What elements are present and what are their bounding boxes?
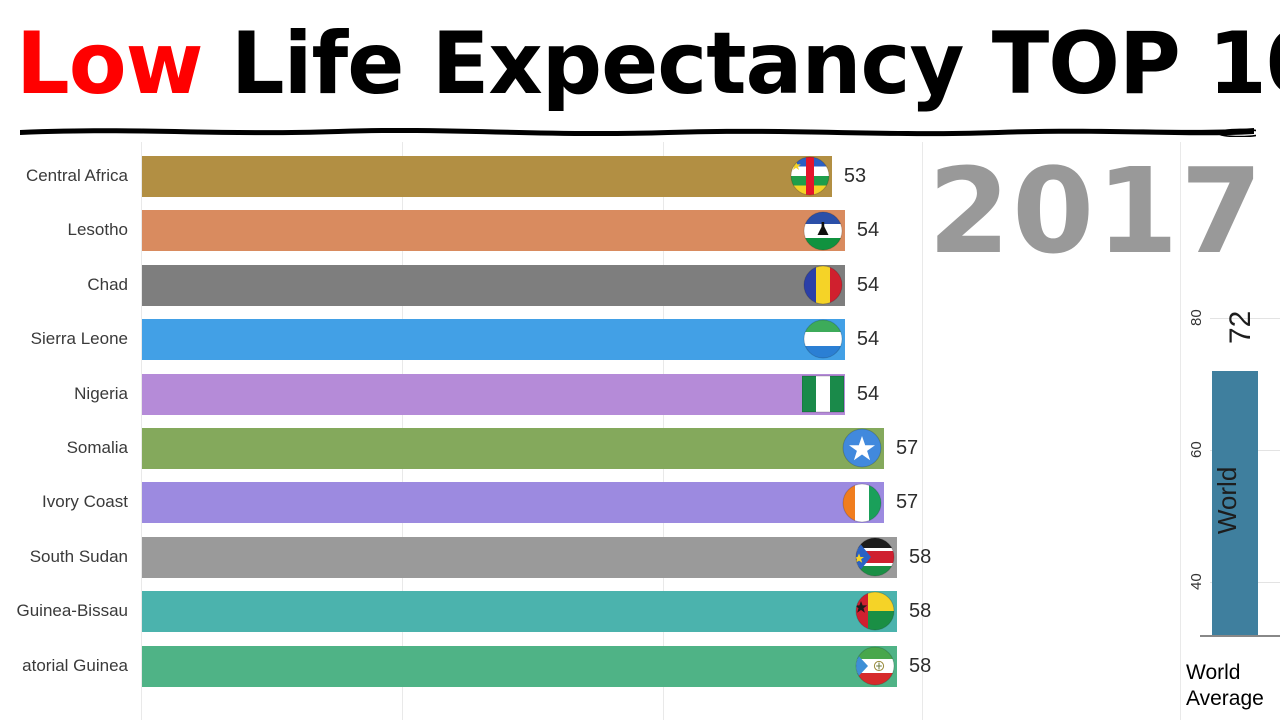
- bar-row: Nigeria 54: [0, 367, 925, 421]
- flag-somalia-icon: [841, 427, 883, 469]
- flag-lesotho-icon: [802, 210, 844, 252]
- bar-category-label: Guinea-Bissau: [16, 601, 128, 621]
- bar-category-label: Lesotho: [67, 220, 129, 240]
- bar-rect: [142, 536, 897, 578]
- bar-row: Ivory Coast 57: [0, 475, 925, 529]
- bar-value-label: 57: [895, 437, 919, 459]
- bar-row: Sierra Leone 54: [0, 312, 925, 366]
- flag-central-african-republic-icon: [789, 155, 831, 197]
- bar-rect: [142, 645, 897, 687]
- world-average-panel: 80 60 40 World 72 World Average: [1182, 142, 1280, 720]
- bar-value-label: 58: [908, 600, 932, 623]
- bar-category-label: Ivory Coast: [42, 492, 128, 512]
- bar-rect: [142, 210, 845, 252]
- bar-rect: [142, 591, 897, 633]
- world-axis-tick-label: 40: [1188, 573, 1205, 591]
- bar-value-label: 54: [856, 382, 880, 405]
- bar-row: Somalia 57: [0, 421, 925, 475]
- bar-row: Central Africa 53: [0, 149, 925, 203]
- bar-row: atorial Guinea 58: [0, 639, 931, 693]
- world-bar-label: World: [1212, 466, 1242, 534]
- bar-row: Lesotho 54: [0, 203, 925, 257]
- bar-value-label: 54: [856, 328, 880, 351]
- bar-row: Chad 54: [0, 258, 925, 312]
- bar-rect: [142, 373, 845, 415]
- bar-category-label: Central Africa: [25, 166, 128, 185]
- bar-rect: [142, 156, 832, 197]
- bar-value-label: 57: [895, 491, 919, 514]
- bar-value-label: 54: [856, 219, 880, 242]
- bar-category-label: Nigeria: [74, 383, 128, 403]
- bars-chart: Central Africa 53 Lesotho 54 Chad 54 Sierra Le…: [0, 142, 931, 720]
- flag-equatorial-guinea-icon: [854, 645, 896, 687]
- bar-category-label: Sierra Leone: [30, 329, 128, 349]
- flag-nigeria-icon: [801, 373, 844, 415]
- title-bar: Low Life Expectancy TOP 10: [0, 0, 1280, 142]
- bar-category-label: Somalia: [66, 438, 128, 457]
- bar-category-label: Chad: [87, 274, 128, 294]
- bar-rect: [142, 428, 884, 469]
- flag-ivory-coast-icon: [841, 482, 883, 524]
- bar-category-label: South Sudan: [29, 546, 128, 566]
- bar-chart-race-screen: Low Life Expectancy TOP 10 Central Afric…: [0, 0, 1280, 720]
- bar-row: Guinea-Bissau 58: [0, 584, 931, 638]
- world-average-plot: 80 60 40 World 72: [1182, 285, 1280, 637]
- world-average-caption-line1: World: [1186, 661, 1241, 684]
- title-rest: Life Expectancy TOP 10: [202, 14, 1280, 114]
- flag-guinea-bissau-icon: [854, 590, 896, 632]
- bar-value-label: 58: [908, 654, 932, 677]
- bar-category-label: atorial Guinea: [22, 655, 128, 675]
- flag-chad-icon: [802, 264, 844, 306]
- title-highlight-word: Low: [16, 14, 204, 114]
- bar-value-label: 53: [843, 165, 867, 187]
- bar-row: South Sudan 58: [0, 530, 931, 584]
- bar-rect: [142, 319, 845, 361]
- flag-sierra-leone-icon: [802, 318, 844, 360]
- world-average-caption-line2: Average: [1186, 687, 1264, 710]
- title-underline-decoration: [20, 127, 1256, 137]
- bar-rect: [142, 264, 845, 306]
- bar-value-label: 58: [908, 545, 932, 568]
- world-axis-tick-label: 80: [1188, 309, 1205, 327]
- flag-south-sudan-icon: [854, 536, 896, 578]
- bar-rect: [142, 482, 884, 524]
- page-title: Low Life Expectancy TOP 10: [16, 14, 1280, 114]
- world-axis-tick-label: 60: [1188, 441, 1205, 459]
- world-panel-divider: [1180, 142, 1181, 720]
- world-bar-value: 72: [1224, 310, 1257, 344]
- world-axis-baseline: [1200, 635, 1280, 637]
- bar-value-label: 54: [856, 273, 880, 296]
- world-average-caption: World Average: [1186, 660, 1280, 712]
